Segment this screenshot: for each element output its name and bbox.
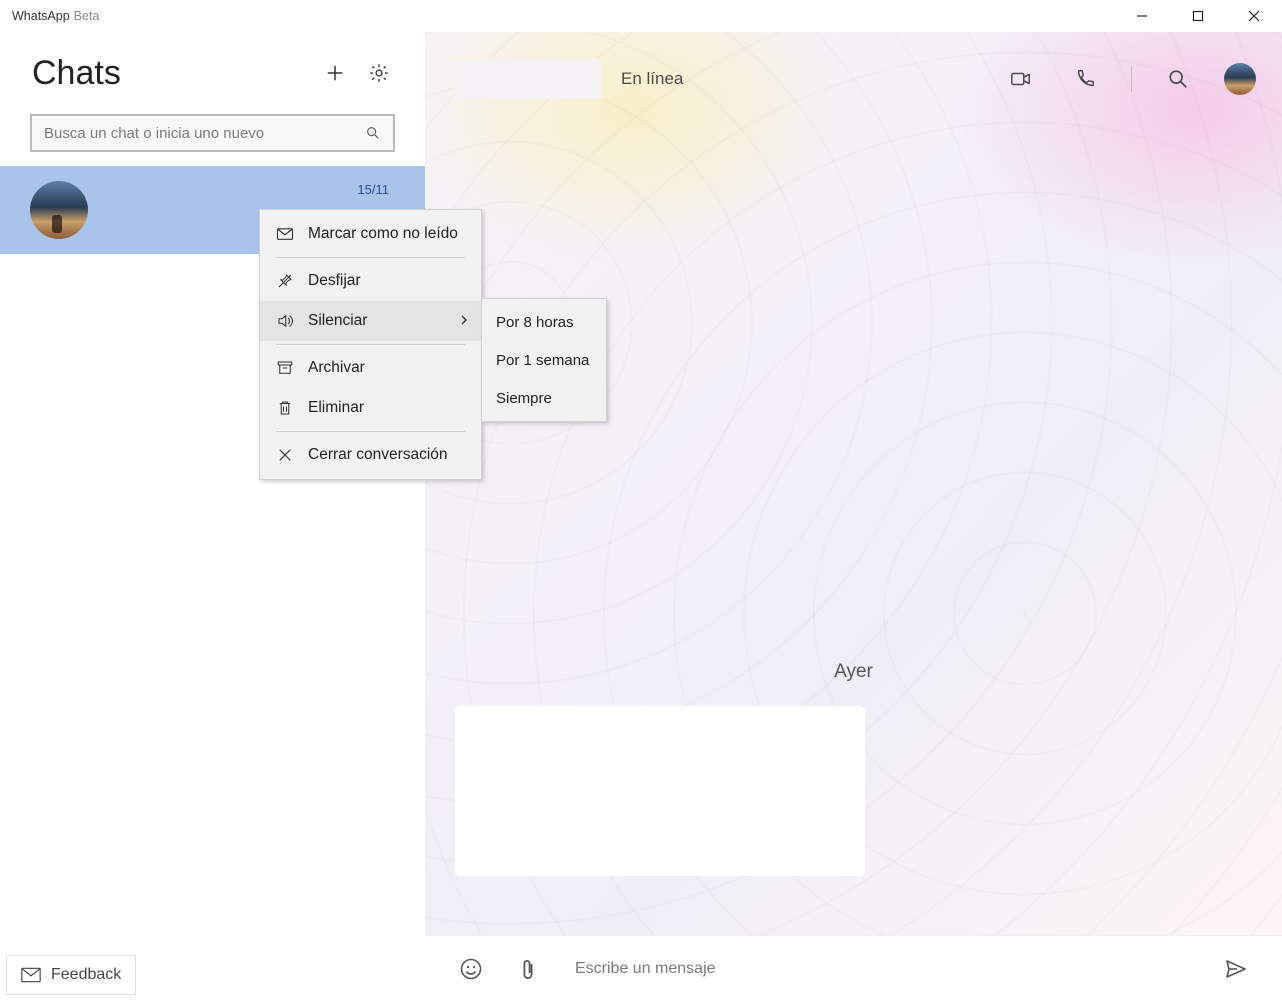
feedback-button[interactable]: Feedback: [6, 955, 136, 995]
chat-context-menu: Marcar como no leído Desfijar Silenciar …: [259, 209, 482, 480]
minimize-button[interactable]: [1114, 0, 1170, 32]
header-contact-avatar[interactable]: [1224, 63, 1256, 95]
message-bubble[interactable]: [455, 706, 865, 876]
submenu-label: Siempre: [496, 390, 552, 407]
menu-delete[interactable]: Eliminar: [260, 388, 481, 428]
close-icon: [276, 446, 294, 464]
divider: [1131, 66, 1132, 92]
video-icon: [1010, 68, 1032, 90]
search-input[interactable]: [44, 125, 365, 142]
settings-button[interactable]: [357, 51, 401, 95]
speaker-icon: [276, 312, 294, 330]
titlebar: WhatsApp Beta: [0, 0, 1282, 32]
mute-submenu: Por 8 horas Por 1 semana Siempre: [481, 298, 607, 422]
menu-separator: [276, 257, 465, 258]
paperclip-icon: [515, 957, 539, 981]
search-wrap: [0, 114, 425, 166]
app-name: WhatsApp: [12, 9, 70, 23]
search-in-chat-button[interactable]: [1160, 61, 1196, 97]
contact-name-redacted: [455, 59, 601, 99]
header-actions: [1003, 61, 1256, 97]
menu-label: Archivar: [308, 359, 365, 377]
menu-archive[interactable]: Archivar: [260, 348, 481, 388]
submenu-label: Por 8 horas: [496, 314, 574, 331]
search-icon: [365, 125, 381, 141]
mail-icon: [21, 967, 41, 983]
close-icon: [1248, 10, 1260, 22]
trash-icon: [276, 399, 294, 417]
minimize-icon: [1136, 10, 1148, 22]
menu-mute[interactable]: Silenciar: [260, 301, 481, 341]
submenu-label: Por 1 semana: [496, 352, 589, 369]
window-controls: [1114, 0, 1282, 32]
menu-label: Cerrar conversación: [308, 446, 448, 464]
close-window-button[interactable]: [1226, 0, 1282, 32]
mute-1-week[interactable]: Por 1 semana: [482, 341, 606, 379]
chat-header: En línea: [425, 32, 1282, 126]
message-composer: [425, 935, 1282, 1001]
menu-label: Eliminar: [308, 399, 364, 417]
attach-button[interactable]: [511, 953, 543, 985]
mute-always[interactable]: Siempre: [482, 379, 606, 417]
menu-separator: [276, 344, 465, 345]
emoji-button[interactable]: [455, 953, 487, 985]
menu-close-conversation[interactable]: Cerrar conversación: [260, 435, 481, 475]
search-box[interactable]: [30, 114, 395, 152]
menu-unpin[interactable]: Desfijar: [260, 261, 481, 301]
video-call-button[interactable]: [1003, 61, 1039, 97]
phone-icon: [1074, 68, 1096, 90]
send-button[interactable]: [1220, 953, 1252, 985]
contact-avatar: [30, 181, 88, 239]
contact-block[interactable]: En línea: [455, 59, 1003, 99]
chat-panel: En línea Ayer: [425, 32, 1282, 1001]
menu-label: Marcar como no leído: [308, 225, 458, 243]
unpin-icon: [276, 272, 294, 290]
sidebar-header: Chats: [0, 32, 425, 114]
plus-icon: [324, 62, 346, 84]
menu-separator: [276, 431, 465, 432]
new-chat-button[interactable]: [313, 51, 357, 95]
menu-label: Silenciar: [308, 312, 367, 330]
menu-label: Desfijar: [308, 272, 361, 290]
message-input[interactable]: [575, 960, 1196, 978]
search-icon: [1167, 68, 1189, 90]
maximize-button[interactable]: [1170, 0, 1226, 32]
archive-icon: [276, 359, 294, 377]
maximize-icon: [1192, 10, 1204, 22]
contact-status: En línea: [621, 69, 683, 89]
messages-area[interactable]: Ayer: [425, 126, 1282, 935]
chat-date: 15/11: [357, 182, 389, 197]
sidebar-title: Chats: [32, 54, 313, 93]
menu-mark-unread[interactable]: Marcar como no leído: [260, 214, 481, 254]
sidebar: Chats 15/11 Feedback: [0, 32, 425, 1001]
app-suffix: Beta: [74, 9, 100, 23]
emoji-icon: [459, 957, 483, 981]
feedback-label: Feedback: [51, 966, 121, 984]
mail-icon: [276, 225, 294, 243]
send-icon: [1224, 957, 1248, 981]
app-title: WhatsApp Beta: [0, 9, 99, 23]
mute-8-hours[interactable]: Por 8 horas: [482, 303, 606, 341]
date-separator: Ayer: [834, 661, 873, 683]
voice-call-button[interactable]: [1067, 61, 1103, 97]
gear-icon: [368, 62, 390, 84]
chevron-right-icon: [459, 312, 469, 330]
